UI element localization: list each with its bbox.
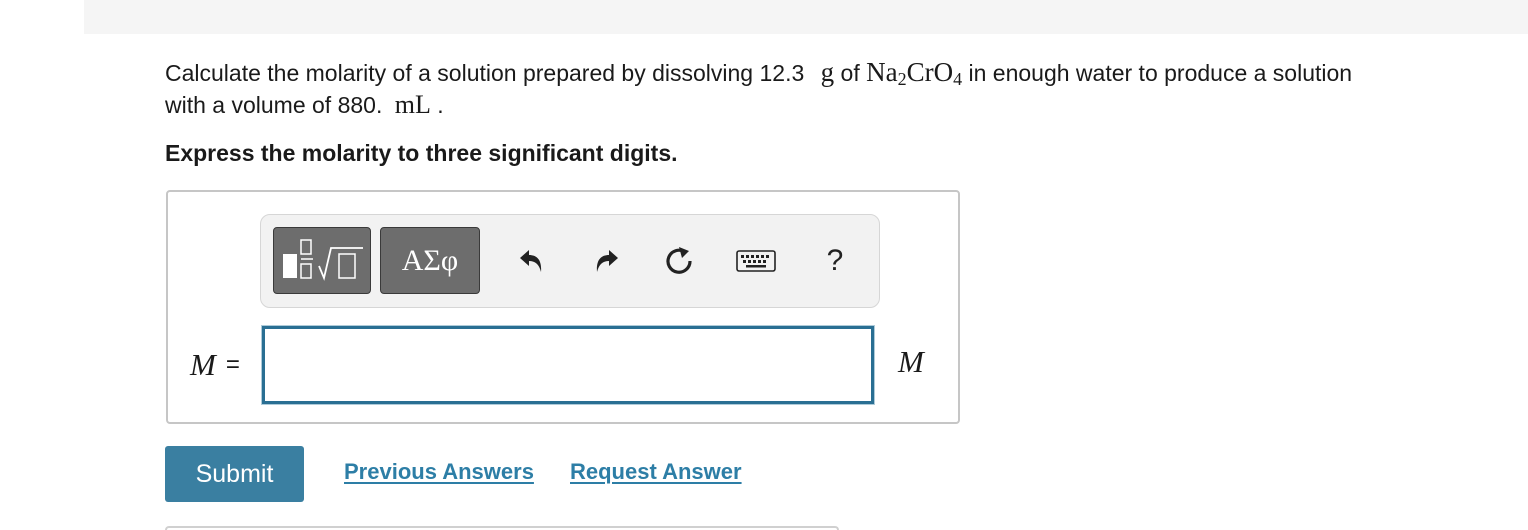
undo-button[interactable] bbox=[513, 243, 549, 279]
redo-arrow-icon bbox=[596, 250, 618, 272]
of-word: of bbox=[840, 60, 860, 86]
mass-unit: g bbox=[820, 57, 835, 87]
math-toolbar: ΑΣφ ? bbox=[260, 214, 880, 308]
reset-circle-arrow-icon bbox=[666, 247, 692, 274]
answer-input[interactable] bbox=[262, 326, 874, 404]
answer-unit: M bbox=[898, 344, 924, 379]
answer-box: ΑΣφ ? M = M bbox=[166, 190, 960, 424]
help-button[interactable]: ? bbox=[817, 243, 853, 279]
submit-button[interactable]: Submit bbox=[165, 446, 304, 502]
question-text: Calculate the molarity of a solution pre… bbox=[165, 56, 1528, 121]
chemical-formula: Na2CrO4 bbox=[866, 57, 963, 89]
keyboard-button[interactable] bbox=[735, 243, 777, 279]
templates-button[interactable] bbox=[273, 227, 371, 294]
keyboard-icon bbox=[736, 250, 776, 272]
request-answer-link[interactable]: Request Answer bbox=[570, 459, 742, 485]
equals-sign: = bbox=[225, 351, 240, 378]
fraction-sqrt-template-icon bbox=[283, 238, 363, 281]
molarity-variable: M bbox=[190, 347, 216, 382]
instruction-text: Express the molarity to three significan… bbox=[165, 140, 678, 166]
answer-label: M = bbox=[190, 347, 240, 383]
previous-answers-link[interactable]: Previous Answers bbox=[344, 459, 534, 485]
redo-button[interactable] bbox=[589, 243, 625, 279]
reset-button[interactable] bbox=[661, 243, 697, 279]
symbols-button[interactable]: ΑΣφ bbox=[380, 227, 480, 294]
question-period: . bbox=[437, 92, 444, 118]
top-bar bbox=[84, 0, 1528, 34]
question-text-end: in enough water to produce a solution bbox=[968, 60, 1353, 86]
volume-unit: mL bbox=[394, 90, 431, 119]
question-text-start: Calculate the molarity of a solution pre… bbox=[165, 60, 805, 86]
question-line2: with a volume of 880. bbox=[165, 92, 383, 118]
undo-arrow-icon bbox=[520, 250, 542, 272]
next-panel-edge bbox=[165, 526, 839, 530]
